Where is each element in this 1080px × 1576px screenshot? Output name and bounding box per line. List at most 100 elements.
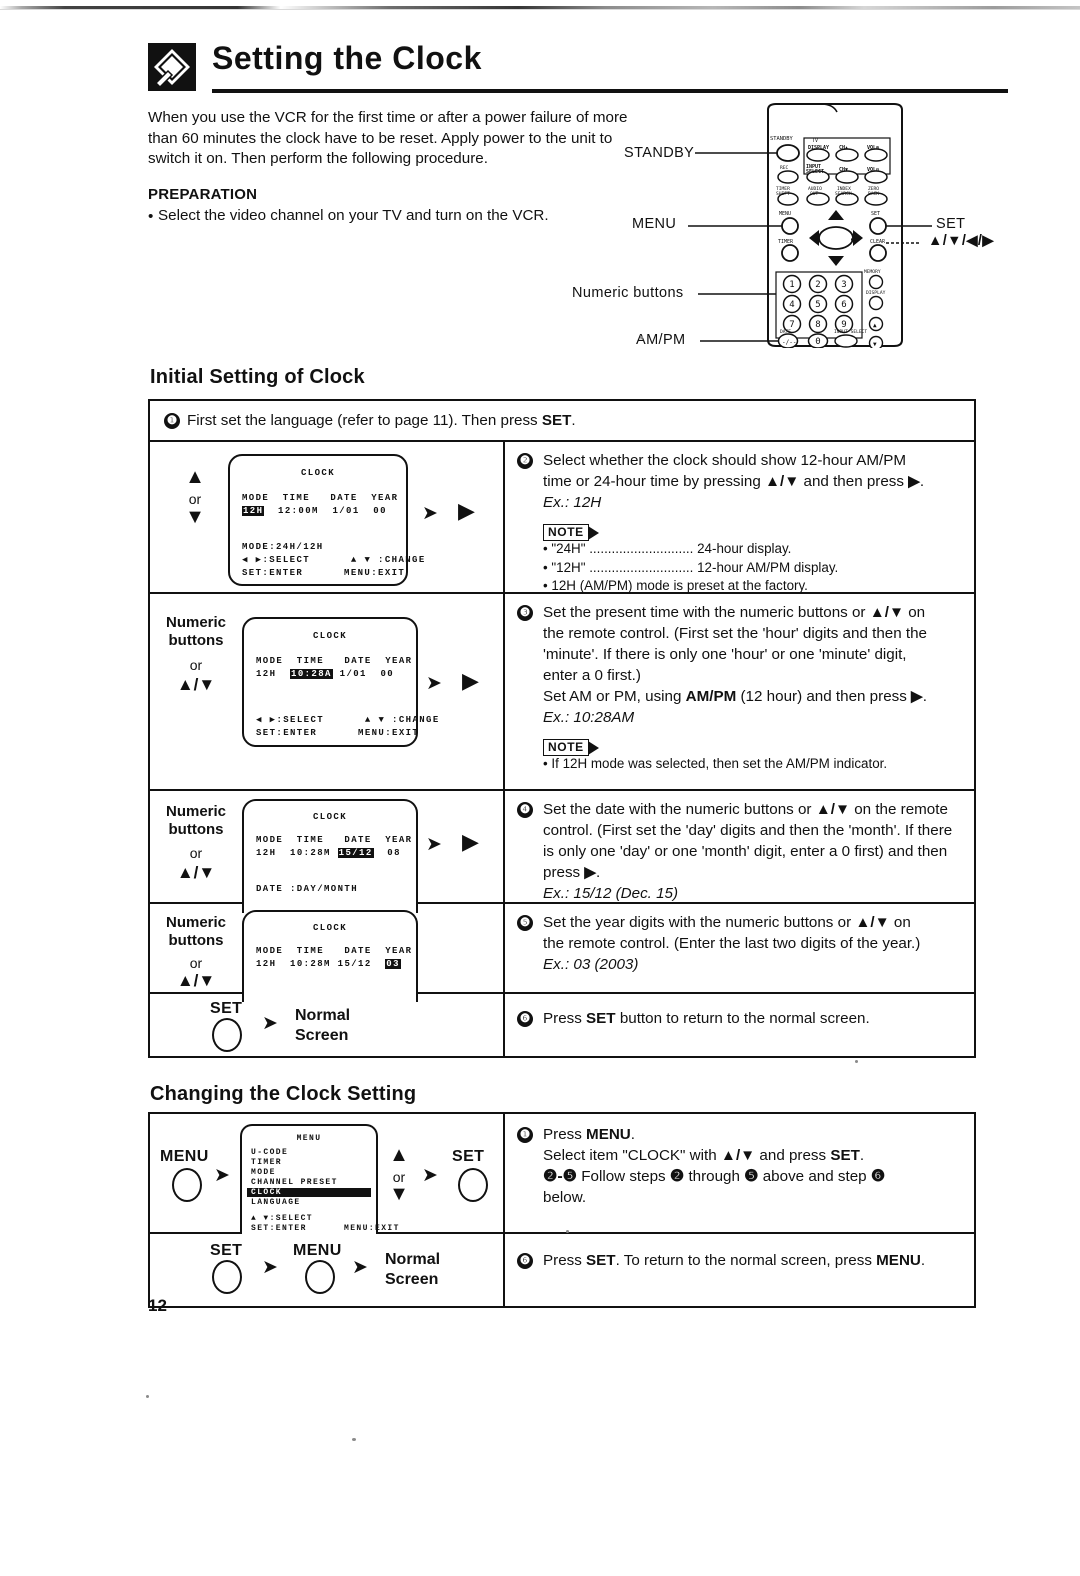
scan-artifact-line-2 [0,9,1080,10]
osd-clock-year: CLOCK MODE TIME DATE YEAR 12H 10:28M 15/… [242,910,418,1002]
step-3-text-cell: ❸ Set the present time with the numeric … [505,594,974,789]
menu-button-label: MENU [293,1242,342,1259]
svg-text:DISPLAY: DISPLAY [866,290,886,296]
step-6-text-cell: ❻ Press SET button to return to the norm… [505,994,974,1056]
changing-step6-b: . To return to the normal screen, press [615,1252,877,1269]
changing-line3d: through [684,1168,745,1185]
osd-menu-item[interactable]: U-CODE [251,1148,288,1157]
svg-text:SET: SET [871,211,880,217]
step-4-example: Ex.: 15/12 (Dec. 15) [543,885,679,902]
step-3-example: Ex.: 10:28AM [543,709,635,726]
step-number: ❻ [517,1253,533,1269]
set-button-knob[interactable] [212,1018,242,1052]
step-2-line1: Select whether the clock should show 12-… [543,452,906,469]
step-6-bold: SET [586,1010,616,1027]
osd-title: CLOCK [312,812,347,822]
changing-step-1-text-cell: ❶ Press MENU. Select item "CLOCK" with ▲… [505,1114,974,1232]
osd-headers: MODE TIME DATE YEAR [256,656,413,666]
changing-line2-bold: SET [830,1147,860,1164]
osd-footer-3: SET:ENTER MENU:EXIT [242,568,406,578]
up-down-arrows-icon: ▲/▼ [869,604,904,621]
osd-menu-item[interactable]: LANGUAGE [251,1198,301,1207]
osd-menu-item[interactable]: TIMER [251,1158,282,1167]
note-arrow-icon [587,741,599,755]
osd-value-date: 1/01 [332,506,360,516]
osd-value-year: 00 [373,506,387,516]
osd-menu-item[interactable]: CHANNEL PRESET [251,1178,338,1187]
step-2-line2b: and then press [799,473,909,490]
step-4-left-or: or [189,845,203,861]
step-4-body: ❹ Set the date with the numeric buttons … [517,799,964,904]
osd-value-time: 12:00M [278,506,319,516]
svg-text:◄◄: ◄◄ [812,236,820,243]
step-5-line2: the remote control. (Enter the last two … [543,935,921,952]
svg-text:3: 3 [841,280,846,290]
step-3-line2: the remote control. (First set the 'hour… [543,625,927,642]
step-number: ❺ [517,915,533,931]
osd-values: 12H 10:28A 1/01 00 [256,669,394,679]
osd-highlighted-value: 12H [242,506,265,516]
normal-screen-line-2: Screen [385,1271,439,1288]
normal-screen-label: Normal Screen [385,1250,440,1290]
step-number: ❹ [517,802,533,818]
step-4-line1: Set the date with the numeric buttons or [543,801,816,818]
svg-text:SELECT: SELECT [806,169,824,175]
changing-step-ref-2: ❷ [669,1168,685,1185]
step-number: ❷ [517,453,533,469]
step-5-left-or: or [189,955,203,971]
remote-label-cursor: ▲/▼/◀/▶ [928,233,994,249]
svg-text:STANDBY: STANDBY [770,136,793,142]
svg-text:MENU: MENU [779,211,791,217]
changing-up-arrow: ▲ [389,1144,409,1166]
changing-line3b: Follow steps [577,1168,670,1185]
osd-title: MENU [296,1134,322,1143]
step-3-left-label-1: Numeric [165,614,227,631]
remote-label-menu: MENU [632,216,677,232]
step-6-illustration-cell: SET ➤ Normal Screen [150,994,505,1056]
changing-step-1-illustration-cell: MENU ➤ MENU U-CODE TIMER MODE CHANNEL PR… [150,1114,505,1234]
step-4-line2: control. (First set the 'day' digits and… [543,822,953,839]
osd-footer-2: ◀ ▶:SELECT ▲ ▼ :CHANGE [242,555,426,565]
osd-value-time: 10:28M [290,959,331,969]
flow-arrow-thick: ➤ [426,673,442,694]
osd-title: CLOCK [312,631,347,641]
step-4-left-label-2: buttons [168,821,224,838]
step-5-example: Ex.: 03 (2003) [543,956,639,973]
svg-text:CLEAR: CLEAR [870,239,886,245]
changing-step6-bold-set: SET [586,1252,616,1269]
svg-text:6: 6 [841,300,846,310]
table-row: Numeric buttons or ▲/▼ CLOCK MODE TIME D… [150,594,974,791]
set-button-knob[interactable] [212,1260,242,1294]
step-6-body: ❻ Press SET button to return to the norm… [517,1008,964,1029]
step-6-text-a: Press [543,1010,587,1027]
step-4-line3: is only one 'day' or one 'month' digit, … [543,843,948,860]
flow-arrow-plain: ▶ [458,498,475,523]
osd-menu-item-selected[interactable]: CLOCK [247,1188,371,1197]
flow-arrow-thick: ➤ [422,1165,438,1186]
osd-footer-3: SET:ENTER MENU:EXIT [256,728,420,738]
svg-text:TIMER: TIMER [778,239,794,245]
step-5-text-cell: ❺ Set the year digits with the numeric b… [505,904,974,992]
note-flag: NOTE [543,521,964,541]
svg-text:8: 8 [815,320,820,330]
osd-menu-item[interactable]: MODE [251,1168,276,1177]
flow-arrow-plain: ▶ [462,668,479,693]
osd-footer-2: ◀ ▶:SELECT ▲ ▼ :CHANGE [256,715,440,725]
step-4-illustration-cell: Numeric buttons or ▲/▼ CLOCK MODE TIME D… [150,791,505,913]
menu-button-knob[interactable] [172,1168,202,1202]
osd-clock-date: CLOCK MODE TIME DATE YEAR 12H 10:28M 15/… [242,799,418,913]
header-rule [212,89,1008,93]
section-title-changing: Changing the Clock Setting [150,1083,417,1105]
osd-highlighted-value: 15/12 [337,848,374,858]
table-initial-setting: ❶ First set the language (refer to page 1… [148,399,976,1058]
osd-value-mode: 12H [256,669,277,679]
svg-text:▼: ▼ [873,341,877,348]
step-2-left-up-arrow: ▲ [185,466,205,488]
menu-button-knob[interactable] [305,1260,335,1294]
svg-text:9: 9 [841,320,846,330]
right-arrow-icon: ▶ [584,864,597,881]
svg-text:SHIFT: SHIFT [776,191,790,197]
svg-text:REC: REC [780,165,789,171]
preparation-body: • Select the video channel on your TV an… [148,206,618,227]
set-button-knob[interactable] [458,1168,488,1202]
